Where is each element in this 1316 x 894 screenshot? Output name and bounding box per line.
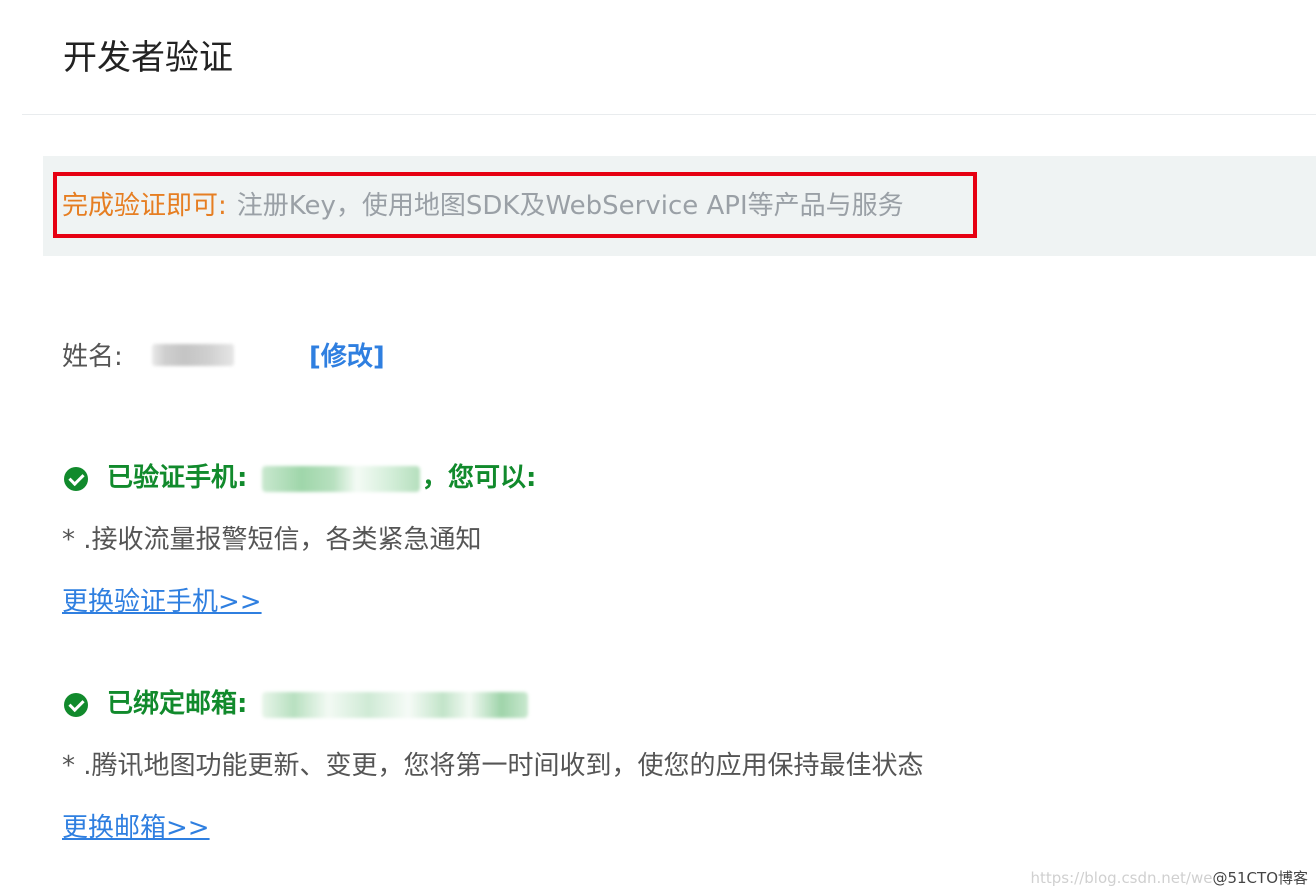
watermark-brand: @51CTO博客: [1212, 869, 1308, 887]
check-circle-icon: [64, 693, 88, 717]
redacted-name: [152, 344, 234, 366]
watermark: https://blog.csdn.net/we@51CTO博客: [1031, 867, 1308, 888]
verified-phone-label: 已验证手机:: [107, 463, 248, 493]
phone-benefit: * .接收流量报警短信，各类紧急通知: [62, 525, 482, 555]
notice-text: 完成验证即可: 注册Key，使用地图SDK及WebService API等产品与服…: [62, 188, 904, 224]
watermark-url: https://blog.csdn.net/we: [1030, 869, 1213, 887]
redacted-phone: [262, 466, 420, 492]
change-phone-link[interactable]: 更换验证手机>>: [62, 583, 262, 621]
notice-description: 注册Key，使用地图SDK及WebService API等产品与服务: [236, 191, 904, 221]
edit-name-link[interactable]: [修改]: [309, 338, 385, 376]
page-title: 开发者验证: [63, 38, 233, 78]
name-label: 姓名:: [62, 342, 123, 372]
email-benefit: * .腾讯地图功能更新、变更，您将第一时间收到，使您的应用保持最佳状态: [62, 751, 924, 781]
verified-email-label: 已绑定邮箱:: [107, 689, 248, 719]
check-circle-icon: [64, 467, 88, 491]
notice-label: 完成验证即可:: [62, 191, 227, 221]
phone-suffix: ，您可以:: [422, 463, 537, 493]
change-email-link[interactable]: 更换邮箱>>: [62, 809, 210, 847]
redacted-email: [262, 692, 528, 718]
title-divider: [22, 114, 1316, 115]
name-row: 姓名:: [62, 338, 123, 376]
